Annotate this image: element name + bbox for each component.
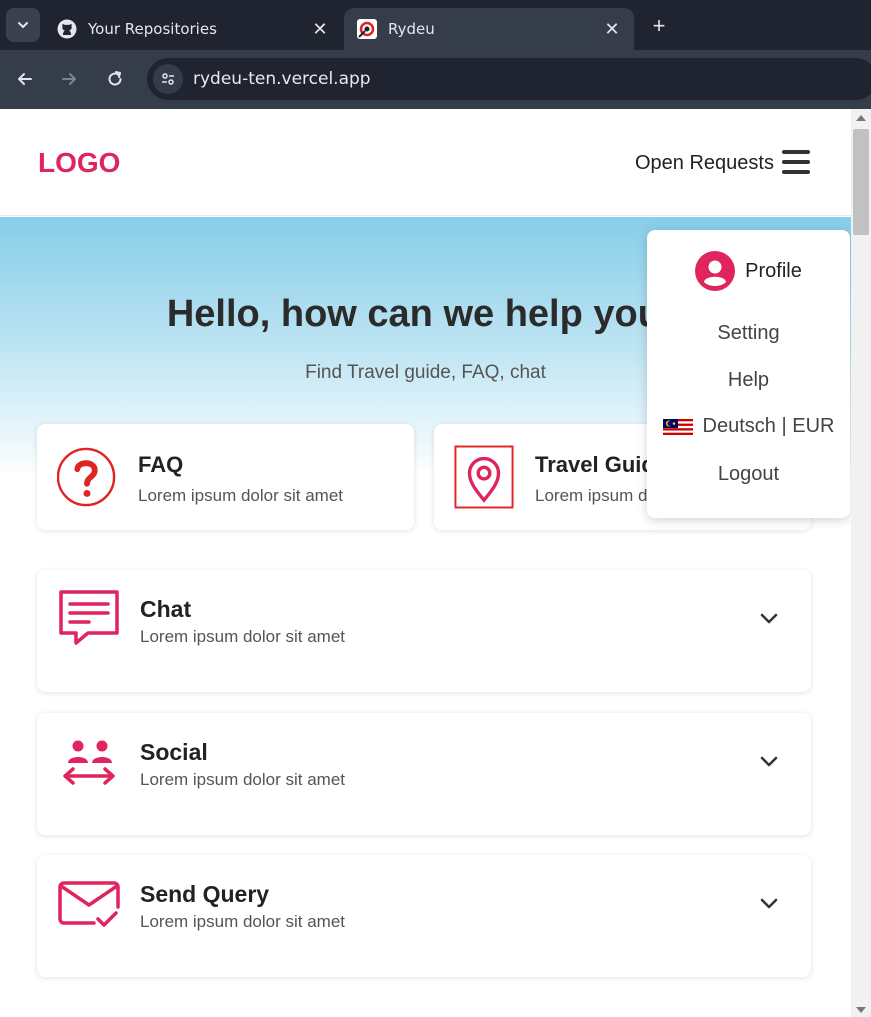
logo[interactable]: LOGO — [38, 147, 120, 179]
malaysia-flag-icon — [662, 418, 693, 435]
url-text: rydeu-ten.vercel.app — [193, 69, 371, 89]
section-title: Chat — [140, 596, 192, 622]
arrow-left-icon — [18, 73, 32, 85]
menu-item-label: Deutsch | EUR — [702, 415, 835, 437]
section-title: Social — [140, 739, 208, 765]
scroll-up-arrow-icon[interactable] — [856, 115, 866, 121]
mail-check-icon — [55, 873, 123, 937]
card-subtitle: Lorem ipsum dolor sit amet — [138, 486, 344, 505]
close-tab-icon[interactable]: ✕ — [602, 19, 622, 40]
scroll-down-arrow-icon[interactable] — [856, 1007, 866, 1013]
chevron-down-icon[interactable] — [757, 891, 781, 915]
section-subtitle: Lorem ipsum dolor sit amet — [140, 770, 346, 789]
back-button[interactable] — [10, 64, 40, 94]
tab-rydeu[interactable]: Rydeu ✕ — [344, 8, 634, 50]
social-section[interactable]: Social Lorem ipsum dolor sit amet — [37, 713, 811, 835]
site-settings-icon[interactable] — [153, 64, 183, 94]
question-icon — [57, 444, 117, 510]
menu-item-logout[interactable]: Logout — [647, 463, 850, 486]
menu-item-setting[interactable]: Setting — [647, 322, 850, 345]
scrollbar-thumb[interactable] — [853, 129, 869, 235]
menu-item-label: Profile — [745, 259, 802, 282]
send-query-section[interactable]: Send Query Lorem ipsum dolor sit amet — [37, 855, 811, 977]
chat-section[interactable]: Chat Lorem ipsum dolor sit amet — [37, 570, 811, 692]
browser-toolbar: rydeu-ten.vercel.app — [0, 50, 871, 109]
address-bar[interactable]: rydeu-ten.vercel.app — [147, 58, 871, 100]
arrow-right-icon — [62, 73, 76, 85]
chat-icon — [55, 588, 123, 652]
section-title: Send Query — [140, 881, 270, 907]
github-icon — [56, 18, 78, 40]
user-menu-dropdown: Profile Setting Help Deutsch | EUR Logou… — [647, 230, 850, 518]
reload-button[interactable] — [100, 64, 130, 94]
forward-button[interactable] — [54, 64, 84, 94]
avatar-icon — [695, 251, 736, 291]
page-viewport: LOGO Open Requests Hello, how can we hel… — [0, 109, 851, 1017]
new-tab-button[interactable]: + — [645, 12, 673, 40]
card-title: FAQ — [138, 452, 184, 477]
menu-item-language[interactable]: Deutsch | EUR — [647, 415, 850, 438]
reload-icon — [108, 71, 122, 86]
browser-tab-bar: Your Repositories ✕ Rydeu ✕ + — [0, 0, 871, 50]
social-icon — [55, 731, 123, 795]
rydeu-favicon-icon — [356, 18, 378, 40]
page-scrollbar[interactable] — [851, 109, 871, 1017]
chevron-down-icon[interactable] — [757, 606, 781, 630]
tab-label: Your Repositories — [88, 20, 217, 38]
map-pin-icon — [454, 444, 514, 510]
close-tab-icon[interactable]: ✕ — [310, 19, 330, 40]
section-subtitle: Lorem ipsum dolor sit amet — [140, 627, 346, 646]
section-subtitle: Lorem ipsum dolor sit amet — [140, 912, 346, 931]
tab-search-button[interactable] — [6, 8, 40, 42]
tab-your-repositories[interactable]: Your Repositories ✕ — [44, 8, 342, 50]
chevron-down-icon[interactable] — [757, 749, 781, 773]
site-header: LOGO Open Requests — [0, 109, 851, 216]
chevron-down-icon — [18, 22, 28, 29]
menu-icon[interactable] — [782, 150, 810, 176]
menu-item-help[interactable]: Help — [647, 369, 850, 392]
faq-card[interactable]: FAQ Lorem ipsum dolor sit amet — [37, 424, 414, 530]
menu-item-profile[interactable]: Profile — [647, 248, 850, 294]
open-requests-link[interactable]: Open Requests — [635, 152, 774, 175]
tab-label: Rydeu — [388, 20, 435, 38]
